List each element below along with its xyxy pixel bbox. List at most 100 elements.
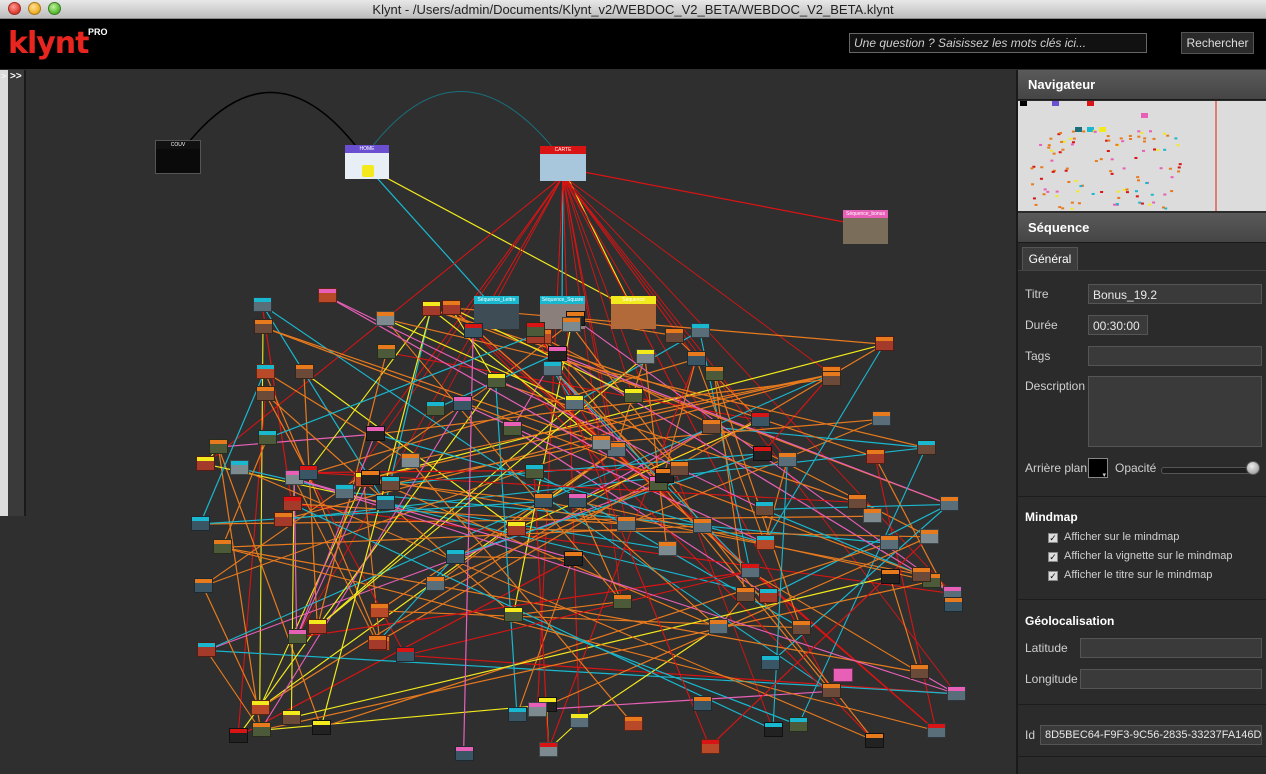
sequence-node-thumbnail[interactable] (376, 495, 396, 511)
opacity-slider-track[interactable] (1161, 467, 1255, 474)
background-color-swatch[interactable]: ▾ (1088, 458, 1108, 479)
sequence-node-thumbnail[interactable] (193, 578, 213, 594)
sequence-node-thumbnail[interactable] (755, 534, 775, 550)
sequence-node-thumbnail[interactable] (256, 385, 276, 401)
sequence-header[interactable]: Séquence (1018, 213, 1266, 243)
sequence-node-thumbnail[interactable] (381, 475, 401, 491)
sequence-node-thumbnail[interactable] (454, 746, 474, 762)
search-button[interactable]: Rechercher (1181, 32, 1254, 54)
sequence-node-thumbnail[interactable] (453, 395, 473, 411)
sequence-node-thumbnail[interactable] (422, 300, 442, 316)
sequence-node-thumbnail[interactable] (564, 395, 584, 411)
sequence-node-thumbnail[interactable] (791, 619, 811, 635)
sequence-node-thumbnail[interactable] (504, 607, 524, 623)
sequence-node-thumbnail[interactable] (687, 350, 707, 366)
sequence-node-thumbnail[interactable] (709, 619, 728, 635)
sequence-node-thumbnail[interactable] (880, 568, 900, 584)
sequence-node-thumbnail[interactable] (282, 495, 302, 511)
sequence-node-thumbnail[interactable] (624, 716, 644, 732)
node-sequence[interactable]: Séquence (611, 296, 656, 329)
sequence-node-thumbnail[interactable] (312, 719, 332, 735)
sequence-node-thumbnail[interactable] (872, 411, 892, 427)
sequence-node-thumbnail[interactable] (759, 587, 778, 603)
id-field[interactable]: 8D5BEC64-F9F3-9C56-2835-33237FA146D (1040, 725, 1262, 745)
sequence-node-thumbnail[interactable] (369, 602, 389, 618)
sequence-node-thumbnail[interactable] (623, 388, 643, 404)
sequence-node-thumbnail[interactable] (287, 629, 307, 645)
sequence-node-thumbnail[interactable] (442, 299, 462, 315)
sequence-node-thumbnail[interactable] (735, 587, 755, 603)
sequence-node-thumbnail[interactable] (542, 360, 562, 376)
sequence-node-thumbnail[interactable] (396, 647, 416, 663)
sequence-node-thumbnail[interactable] (508, 707, 527, 723)
sequence-node-thumbnail[interactable] (294, 364, 314, 380)
sequence-node-thumbnail[interactable] (334, 484, 354, 500)
sequence-node-thumbnail[interactable] (754, 501, 774, 517)
sequence-node-thumbnail[interactable] (400, 452, 420, 468)
sequence-node-thumbnail[interactable] (253, 319, 273, 335)
sequence-node-thumbnail[interactable] (912, 566, 932, 582)
sequence-node-thumbnail[interactable] (213, 539, 232, 555)
sequence-node-thumbnail[interactable] (763, 721, 783, 737)
sequence-node-thumbnail[interactable] (191, 515, 211, 531)
sequence-node-thumbnail[interactable] (360, 470, 380, 486)
sequence-node-thumbnail[interactable] (197, 642, 217, 658)
sequence-node-thumbnail[interactable] (789, 716, 809, 732)
sequence-node-thumbnail[interactable] (778, 452, 798, 468)
sequence-node-thumbnail[interactable] (567, 493, 587, 509)
node-couv[interactable]: COUV (155, 140, 201, 174)
sequence-node-thumbnail[interactable] (670, 461, 690, 477)
sequence-node-thumbnail[interactable] (196, 456, 216, 472)
sequence-node-thumbnail[interactable] (865, 732, 885, 748)
sequence-node-thumbnail[interactable] (539, 741, 559, 757)
sequence-node-thumbnail[interactable] (230, 460, 250, 476)
collapse-arrow-icon[interactable]: > (1, 71, 6, 81)
tags-field[interactable] (1088, 346, 1262, 366)
sequence-node-thumbnail[interactable] (318, 288, 338, 304)
sequence-node-thumbnail[interactable] (700, 738, 720, 754)
sequence-node-thumbnail[interactable] (376, 310, 396, 326)
node-pink-square[interactable] (833, 668, 853, 682)
sequence-node-thumbnail[interactable] (377, 344, 397, 360)
sequence-node-thumbnail[interactable] (693, 517, 713, 533)
sequence-node-thumbnail[interactable] (752, 445, 772, 461)
expand-arrow-icon[interactable]: >> (10, 71, 22, 82)
sequence-node-thumbnail[interactable] (947, 685, 967, 701)
sequence-node-thumbnail[interactable] (570, 713, 590, 728)
mindmap-canvas[interactable]: > >> COUV HOME CARTE Séquence_bonus Séqu… (0, 70, 1016, 774)
sequence-node-thumbnail[interactable] (916, 439, 936, 455)
left-panel-toggle[interactable]: > >> (0, 70, 26, 516)
sequence-node-thumbnail[interactable] (879, 535, 899, 551)
sequence-node-thumbnail[interactable] (525, 322, 545, 338)
sequence-node-thumbnail[interactable] (862, 508, 882, 524)
sequence-node-thumbnail[interactable] (506, 520, 526, 536)
sequence-node-thumbnail[interactable] (761, 654, 781, 670)
tab-general[interactable]: Général (1022, 247, 1078, 271)
sequence-node-thumbnail[interactable] (665, 327, 685, 343)
longitude-field[interactable] (1080, 669, 1262, 689)
titre-field[interactable]: Bonus_19.2 (1088, 284, 1262, 304)
sequence-node-thumbnail[interactable] (446, 548, 466, 564)
show-on-mindmap-checkbox[interactable]: ✓ (1048, 533, 1058, 543)
node-carte[interactable]: CARTE (540, 146, 586, 181)
sequence-node-thumbnail[interactable] (547, 345, 567, 361)
sequence-node-thumbnail[interactable] (486, 373, 506, 389)
sequence-node-thumbnail[interactable] (920, 528, 940, 544)
sequence-node-thumbnail[interactable] (943, 596, 963, 612)
sequence-node-thumbnail[interactable] (298, 464, 318, 480)
show-title-checkbox[interactable]: ✓ (1048, 571, 1058, 581)
sequence-node-thumbnail[interactable] (253, 296, 273, 312)
search-input[interactable]: Une question ? Saisissez les mots clés i… (849, 33, 1147, 53)
sequence-node-thumbnail[interactable] (503, 420, 523, 436)
sequence-node-thumbnail[interactable] (273, 511, 293, 527)
sequence-node-thumbnail[interactable] (282, 709, 302, 725)
duree-field[interactable]: 00:30:00 (1088, 315, 1148, 335)
sequence-node-thumbnail[interactable] (533, 493, 553, 509)
sequence-node-thumbnail[interactable] (592, 434, 612, 450)
sequence-node-thumbnail[interactable] (251, 722, 271, 738)
sequence-node-thumbnail[interactable] (940, 496, 960, 512)
sequence-node-thumbnail[interactable] (308, 619, 328, 635)
sequence-node-thumbnail[interactable] (926, 722, 946, 738)
opacity-slider-thumb[interactable] (1246, 461, 1260, 475)
sequence-node-thumbnail[interactable] (258, 430, 278, 446)
